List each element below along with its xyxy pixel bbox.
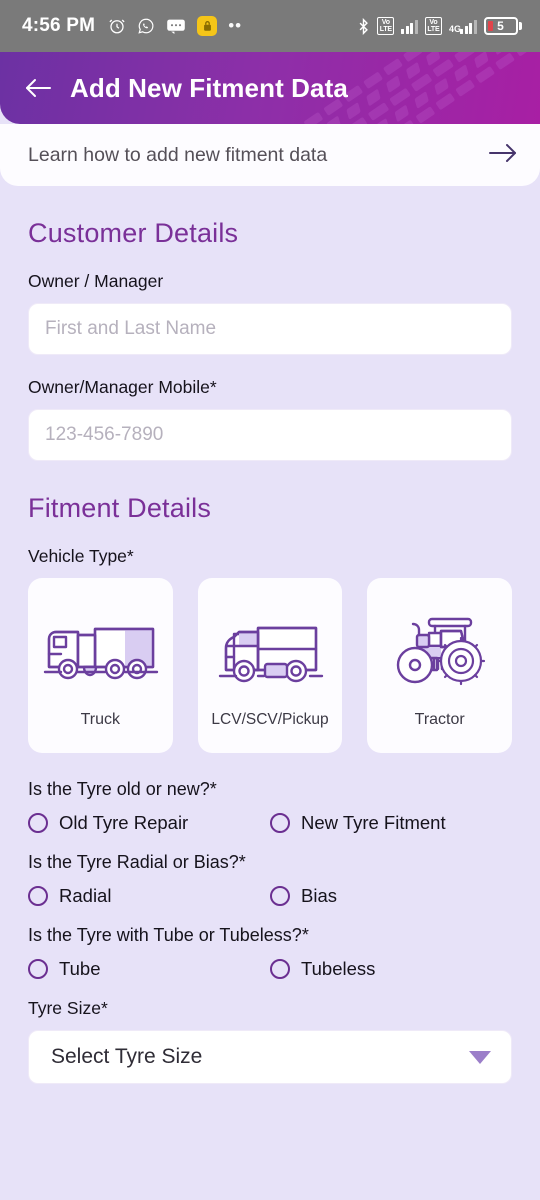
fitment-details-heading: Fitment Details <box>28 493 212 523</box>
vehicle-type-truck[interactable]: Truck <box>28 578 173 753</box>
alarm-clock-icon <box>108 17 126 35</box>
radio-group-radial-or-bias: Is the Tyre Radial or Bias?* Radial Bias <box>28 852 512 907</box>
radio-option-tube[interactable]: Tube <box>28 958 270 980</box>
tyre-size-field-block: Tyre Size* Select Tyre Size <box>28 998 512 1084</box>
back-button[interactable] <box>16 66 60 110</box>
owner-name-label: Owner / Manager <box>28 271 164 291</box>
radio-group-tyre-old-or-new: Is the Tyre old or new?* Old Tyre Repair… <box>28 779 512 834</box>
radio-option-old-tyre-repair-label: Old Tyre Repair <box>59 812 189 833</box>
4g-icon: 4G <box>449 19 477 34</box>
radio-option-new-tyre-fitment[interactable]: New Tyre Fitment <box>270 812 512 834</box>
arrow-right-icon <box>488 142 518 169</box>
radio-group-tube-or-tubeless-question: Is the Tyre with Tube or Tubeless?* <box>28 925 309 945</box>
tyre-size-select-value: Select Tyre Size <box>51 1045 203 1068</box>
more-dots-icon: •• <box>228 16 243 35</box>
app-badge-icon <box>197 16 218 36</box>
radio-circle-icon <box>270 813 290 833</box>
learn-banner[interactable]: Learn how to add new fitment data <box>0 124 540 186</box>
status-bar-clock: 4:56 PM <box>22 15 96 36</box>
vehicle-type-truck-label: Truck <box>80 711 121 728</box>
vehicle-type-lcv-scv-pickup[interactable]: LCV/SCV/Pickup <box>197 578 343 753</box>
chevron-down-icon <box>469 1050 491 1064</box>
app-bar: Add New Fitment Data <box>0 52 540 124</box>
radio-group-tube-or-tubeless: Is the Tyre with Tube or Tubeless?* Tube… <box>28 925 512 980</box>
radio-group-tyre-old-or-new-question: Is the Tyre old or new?* <box>28 779 217 799</box>
vehicle-type-tractor[interactable]: Tractor <box>367 578 513 753</box>
signal-2-icon <box>460 19 477 34</box>
radio-option-radial-label: Radial <box>59 885 112 906</box>
status-bar-right: Vo LTE Vo LTE 4G 5 <box>357 17 522 35</box>
owner-mobile-field-block: Owner/Manager Mobile* <box>28 377 512 461</box>
battery-percent-label: 5 <box>497 19 504 33</box>
radio-option-radial[interactable]: Radial <box>28 885 270 907</box>
owner-mobile-input[interactable] <box>28 409 512 461</box>
radio-group-radial-or-bias-question: Is the Tyre Radial or Bias?* <box>28 852 246 872</box>
radio-option-tube-label: Tube <box>59 958 101 979</box>
page-title: Add New Fitment Data <box>70 72 348 103</box>
radio-circle-icon <box>28 959 48 979</box>
battery-icon: 5 <box>483 17 522 35</box>
radio-circle-icon <box>28 886 48 906</box>
fitment-form: Customer Details Owner / Manager Owner/M… <box>0 218 540 1084</box>
status-bar-left: 4:56 PM •• <box>22 15 242 37</box>
radio-circle-icon <box>28 813 48 833</box>
owner-mobile-label: Owner/Manager Mobile* <box>28 377 217 397</box>
tyre-size-label: Tyre Size* <box>28 998 108 1018</box>
volte-1-icon: Vo LTE <box>377 17 395 35</box>
radio-option-bias-label: Bias <box>301 885 337 906</box>
volte-2-icon: Vo LTE <box>424 17 442 35</box>
radio-option-old-tyre-repair[interactable]: Old Tyre Repair <box>28 812 270 834</box>
whatsapp-icon <box>137 17 155 35</box>
owner-name-input[interactable] <box>28 303 512 355</box>
lcv-pickup-icon <box>198 596 343 711</box>
bluetooth-icon <box>357 17 370 35</box>
radio-circle-icon <box>270 886 290 906</box>
status-bar: 4:56 PM •• Vo LTE Vo LTE 4G 5 <box>0 0 540 52</box>
radio-option-tubeless[interactable]: Tubeless <box>270 958 512 980</box>
owner-name-field-block: Owner / Manager <box>28 271 512 355</box>
radio-option-new-tyre-fitment-label: New Tyre Fitment <box>301 812 446 833</box>
customer-details-heading: Customer Details <box>28 218 239 248</box>
tyre-size-select[interactable]: Select Tyre Size <box>28 1030 512 1084</box>
vehicle-type-tractor-label: Tractor <box>414 711 465 728</box>
vehicle-type-label: Vehicle Type* <box>28 546 134 566</box>
radio-option-bias[interactable]: Bias <box>270 885 512 907</box>
vehicle-type-lcv-scv-pickup-label: LCV/SCV/Pickup <box>211 711 329 728</box>
radio-circle-icon <box>270 959 290 979</box>
radio-option-tubeless-label: Tubeless <box>301 958 376 979</box>
vehicle-type-options: Truck LCV/SCV/Pickup Tractor <box>28 578 513 753</box>
tractor-icon <box>367 596 512 711</box>
truck-icon <box>28 596 173 711</box>
messages-icon <box>166 18 186 34</box>
learn-banner-label: Learn how to add new fitment data <box>28 143 328 166</box>
back-arrow-icon <box>26 79 51 97</box>
signal-1-icon <box>401 19 418 34</box>
